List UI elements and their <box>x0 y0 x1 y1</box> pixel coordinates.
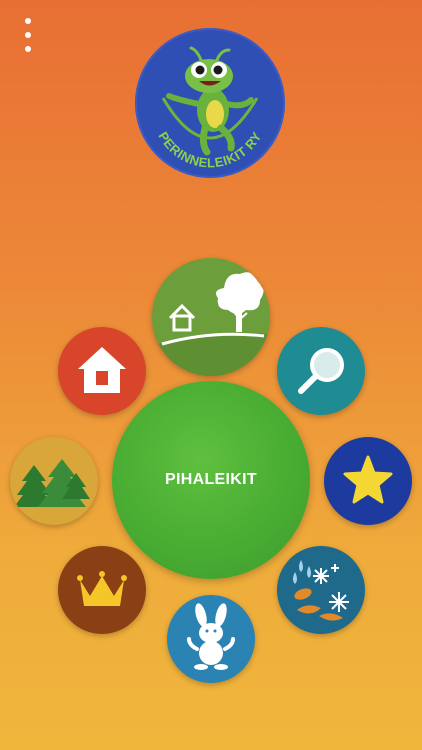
logo: PERINNELEIKIT RY <box>135 28 285 178</box>
category-star-button[interactable] <box>324 437 412 525</box>
category-seasons-button[interactable] <box>277 546 365 634</box>
star-icon <box>343 455 393 504</box>
center-category-label: PIHALEIKIT <box>165 471 257 488</box>
magnifier-icon <box>298 348 344 394</box>
yard-house-tree-icon <box>152 272 270 376</box>
menu-dot <box>25 46 31 52</box>
seasons-icon <box>293 560 349 621</box>
frog-mascot-icon: PERINNELEIKIT RY <box>155 46 264 170</box>
menu-dot <box>25 32 31 38</box>
bunny-icon <box>187 603 235 670</box>
category-yard-button[interactable] <box>152 258 270 376</box>
forest-icon <box>14 459 90 507</box>
crown-icon <box>77 571 127 606</box>
menu-button[interactable] <box>18 18 38 52</box>
category-forest-button[interactable] <box>10 437 98 525</box>
svg-text:PERINNELEIKIT RY: PERINNELEIKIT RY <box>155 129 264 170</box>
logo-text: PERINNELEIKIT RY <box>155 129 264 170</box>
center-category-button[interactable]: PIHALEIKIT <box>112 381 310 579</box>
house-icon <box>78 347 126 393</box>
category-bunny-button[interactable] <box>167 595 255 683</box>
category-crown-button[interactable] <box>58 546 146 634</box>
category-search-button[interactable] <box>277 327 365 415</box>
category-house-button[interactable] <box>58 327 146 415</box>
menu-dot <box>25 18 31 24</box>
